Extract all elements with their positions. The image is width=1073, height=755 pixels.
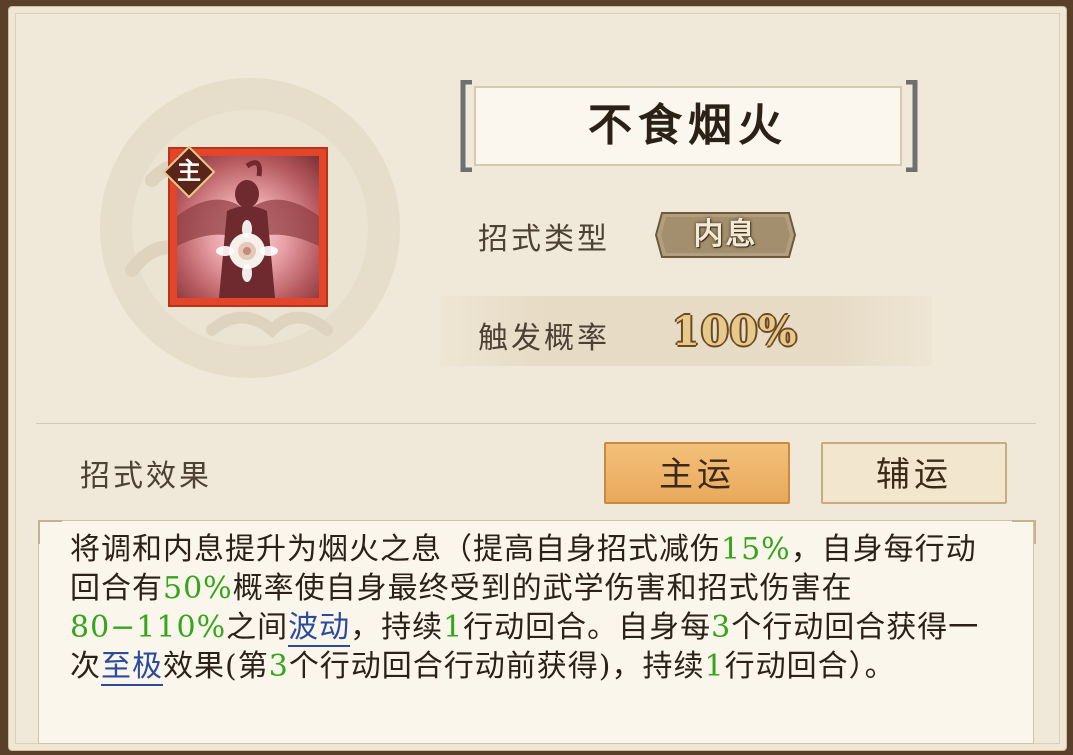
main-badge-label: 主 bbox=[177, 156, 201, 185]
desc-value: 1 bbox=[704, 649, 725, 684]
corner-decoration bbox=[1012, 520, 1036, 544]
desc-value: 50% bbox=[163, 571, 233, 606]
desc-text: ，持续 bbox=[350, 610, 444, 645]
desc-value: 15% bbox=[721, 532, 791, 567]
desc-text: 之间 bbox=[226, 610, 289, 645]
tab-main-effect[interactable]: 主运 bbox=[604, 442, 790, 504]
desc-text: 个行动回合行动前获得)，持续 bbox=[288, 649, 705, 684]
effect-label: 招式效果 bbox=[80, 459, 212, 494]
desc-text: 行动回合）。 bbox=[724, 649, 896, 684]
left-bracket-decoration bbox=[460, 80, 472, 172]
skill-type-value: 内息 bbox=[693, 217, 758, 252]
tab-aux-effect[interactable]: 辅运 bbox=[821, 442, 1007, 504]
desc-value: 3 bbox=[268, 649, 289, 684]
desc-text: 行动回合。自身每 bbox=[463, 610, 712, 645]
trigger-rate-value: 100% bbox=[672, 308, 798, 355]
desc-text: 将调和内息提升为烟火之息（提高自身招式减伤 bbox=[70, 532, 721, 567]
corner-decoration bbox=[38, 520, 62, 544]
skill-type-label: 招式类型 bbox=[478, 222, 610, 257]
skill-name: 不食烟火 bbox=[588, 100, 788, 151]
desc-value: 80−110% bbox=[70, 610, 227, 645]
keyword-link-ultimate[interactable]: 至极 bbox=[101, 649, 163, 686]
trigger-rate-label: 触发概率 bbox=[478, 321, 610, 356]
section-divider bbox=[36, 423, 1036, 424]
desc-text: 概率使自身最终受到的武学伤害和招式伤害在 bbox=[232, 571, 853, 606]
right-bracket-decoration bbox=[906, 80, 918, 172]
desc-value: 1 bbox=[443, 610, 464, 645]
desc-value: 3 bbox=[711, 610, 732, 645]
skill-description: 将调和内息提升为烟火之息（提高自身招式减伤15%，自身每行动回合有50%概率使自… bbox=[70, 530, 1000, 686]
skill-title-plate: 不食烟火 bbox=[460, 80, 918, 172]
keyword-link-fluctuation[interactable]: 波动 bbox=[288, 610, 351, 647]
desc-text: 效果(第 bbox=[163, 649, 269, 684]
